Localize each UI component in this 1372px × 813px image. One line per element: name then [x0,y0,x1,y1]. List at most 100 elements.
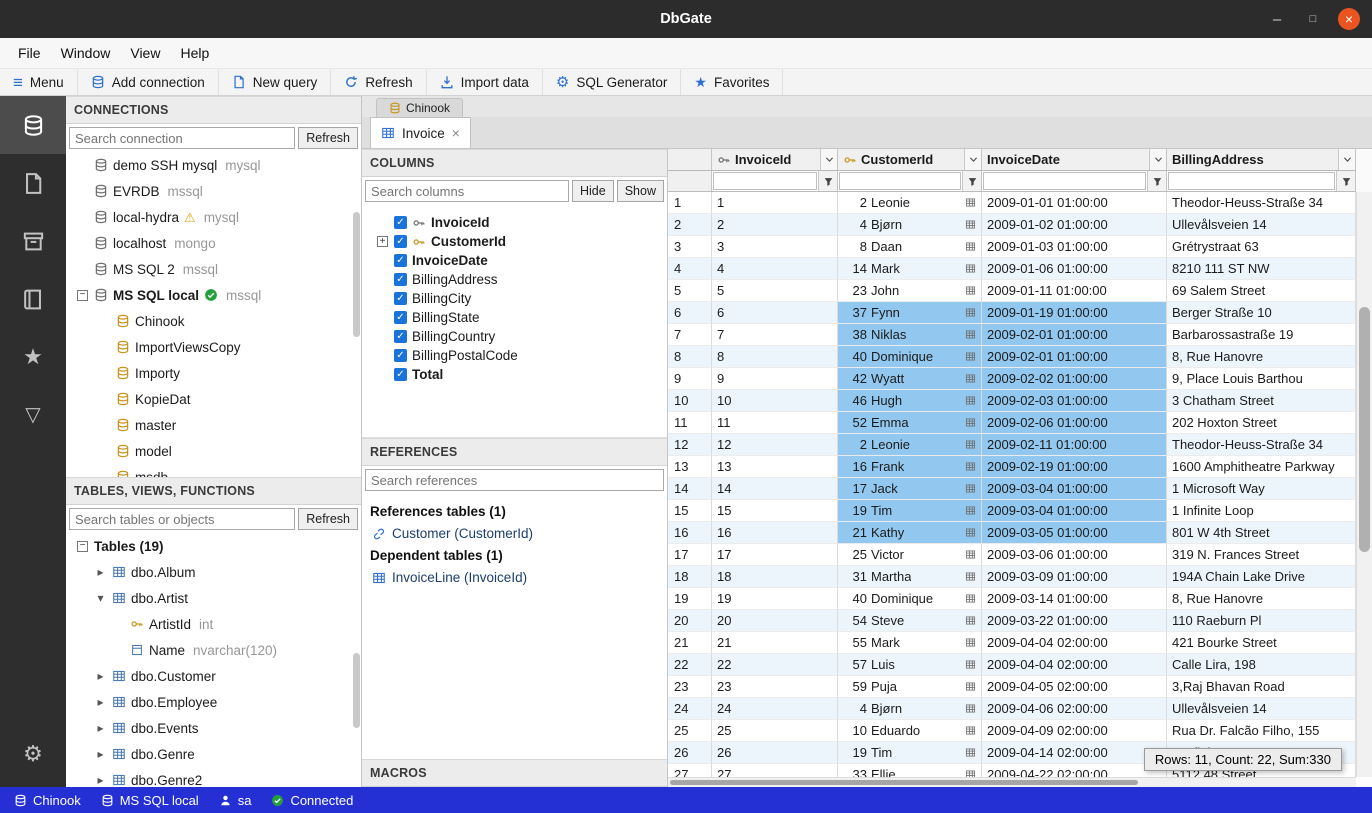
cell-invoiceid[interactable]: 14 [712,478,838,500]
cell-invoiceid[interactable]: 12 [712,434,838,456]
cell-customerid[interactable]: 16Frank [838,456,982,478]
cell-customerid[interactable]: 19Tim [838,500,982,522]
checkbox-checked-icon[interactable]: ✓ [394,273,407,286]
cell-invoicedate[interactable]: 2009-01-06 01:00:00 [982,258,1167,280]
filter-input-billingaddress[interactable] [1168,172,1335,190]
row-number-cell[interactable]: 14 [668,478,712,500]
cell-customerid[interactable]: 37Fynn [838,302,982,324]
cell-customerid[interactable]: 55Mark [838,632,982,654]
cell-invoiceid[interactable]: 6 [712,302,838,324]
cell-invoicedate[interactable]: 2009-03-04 01:00:00 [982,478,1167,500]
row-number-cell[interactable]: 5 [668,280,712,302]
cell-billingaddress[interactable]: 801 W 4th Street [1167,522,1356,544]
expand-expander-icon[interactable]: + [377,236,388,247]
hide-button[interactable]: Hide [572,180,614,202]
expander-slot[interactable]: + [376,235,389,248]
row-number-cell[interactable]: 4 [668,258,712,280]
filter-input-invoiceid[interactable] [713,172,817,190]
status-sa[interactable]: sa [209,787,262,813]
expander-slot[interactable]: − [76,540,89,553]
table-tree-item-dbo-customer[interactable]: ▸dbo.Customer [66,663,361,689]
filter-menu-button[interactable] [1147,171,1166,191]
checkbox-checked-icon[interactable]: ✓ [394,349,407,362]
show-button[interactable]: Show [617,180,664,202]
reference-link-customer-customerid-[interactable]: Customer (CustomerId) [370,523,659,544]
cell-billingaddress[interactable]: Ullevålsveien 14 [1167,698,1356,720]
cell-invoicedate[interactable]: 2009-03-14 01:00:00 [982,588,1167,610]
cell-customerid[interactable]: 59Puja [838,676,982,698]
row-number-cell[interactable]: 18 [668,566,712,588]
cell-invoiceid[interactable]: 21 [712,632,838,654]
row-number-cell[interactable]: 6 [668,302,712,324]
connection-item-chinook[interactable]: Chinook [66,308,361,334]
cell-billingaddress[interactable]: 1 Infinite Loop [1167,500,1356,522]
menu-view[interactable]: View [120,40,170,66]
connections-scrollbar-thumb[interactable] [353,212,360,337]
cell-invoicedate[interactable]: 2009-02-03 01:00:00 [982,390,1167,412]
row-number-cell[interactable]: 17 [668,544,712,566]
table-tree-item-artistid[interactable]: ArtistIdint [66,611,361,637]
activity-book-icon[interactable] [0,270,66,328]
connection-item-importviewscopy[interactable]: ImportViewsCopy [66,334,361,360]
checkbox-checked-icon[interactable]: ✓ [394,292,407,305]
column-toggle-invoicedate[interactable]: ✓InvoiceDate [362,251,667,270]
reference-link-invoiceline-invoiceid-[interactable]: InvoiceLine (InvoiceId) [370,567,659,588]
checkbox-checked-icon[interactable]: ✓ [394,235,407,248]
cell-invoiceid[interactable]: 1 [712,192,838,214]
table-tree-item-dbo-genre[interactable]: ▸dbo.Genre [66,741,361,767]
row-number-cell[interactable]: 12 [668,434,712,456]
cell-billingaddress[interactable]: 421 Bourke Street [1167,632,1356,654]
column-menu-button[interactable] [820,149,837,170]
checkbox-checked-icon[interactable]: ✓ [394,368,407,381]
cell-invoiceid[interactable]: 16 [712,522,838,544]
table-tree-item-name[interactable]: Namenvarchar(120) [66,637,361,663]
filter-input-customerid[interactable] [839,172,961,190]
row-number-cell[interactable]: 23 [668,676,712,698]
menu-window[interactable]: Window [51,40,121,66]
cell-customerid[interactable]: 17Jack [838,478,982,500]
row-number-cell[interactable]: 3 [668,236,712,258]
cell-billingaddress[interactable]: 3 Chatham Street [1167,390,1356,412]
status-ms-sql-local[interactable]: MS SQL local [91,787,209,813]
tables-scrollbar-thumb[interactable] [353,653,360,728]
row-number-cell[interactable]: 7 [668,324,712,346]
cell-invoiceid[interactable]: 15 [712,500,838,522]
cell-billingaddress[interactable]: Rua Dr. Falcão Filho, 155 [1167,720,1356,742]
cell-billingaddress[interactable]: Berger Straße 10 [1167,302,1356,324]
connection-item-kopiedat[interactable]: KopieDat [66,386,361,412]
cell-invoiceid[interactable]: 26 [712,742,838,764]
expander-slot[interactable]: ▸ [94,696,107,709]
row-number-cell[interactable]: 8 [668,346,712,368]
table-tree-item-dbo-album[interactable]: ▸dbo.Album [66,559,361,585]
vertical-scrollbar-thumb[interactable] [1359,307,1370,552]
filter-menu-button[interactable] [818,171,837,191]
cell-invoiceid[interactable]: 18 [712,566,838,588]
toolbar-new-query-button[interactable]: New query [219,69,332,95]
activity-database-icon[interactable] [0,96,66,154]
activity-gear-icon[interactable]: ⚙ [0,725,66,783]
column-header-invoicedate[interactable]: InvoiceDate [982,149,1167,171]
cell-billingaddress[interactable]: Grétrystraat 63 [1167,236,1356,258]
connections-refresh-button[interactable]: Refresh [298,127,358,149]
table-tree-item-tables-19-[interactable]: −Tables (19) [66,533,361,559]
cell-billingaddress[interactable]: 8210 111 ST NW [1167,258,1356,280]
cell-billingaddress[interactable]: 1600 Amphitheatre Parkway [1167,456,1356,478]
cell-invoiceid[interactable]: 2 [712,214,838,236]
cell-invoiceid[interactable]: 13 [712,456,838,478]
cell-billingaddress[interactable]: Calle Lira, 198 [1167,654,1356,676]
connections-search-input[interactable] [69,127,295,149]
cell-customerid[interactable]: 40Dominique [838,346,982,368]
cell-invoicedate[interactable]: 2009-01-11 01:00:00 [982,280,1167,302]
cell-invoiceid[interactable]: 10 [712,390,838,412]
cell-billingaddress[interactable]: 8, Rue Hanovre [1167,346,1356,368]
cell-invoicedate[interactable]: 2009-04-04 02:00:00 [982,632,1167,654]
cell-billingaddress[interactable]: 8, Rue Hanovre [1167,588,1356,610]
cell-customerid[interactable]: 40Dominique [838,588,982,610]
connection-item-localhost[interactable]: localhostmongo [66,230,361,256]
activity-archive-icon[interactable] [0,212,66,270]
cell-customerid[interactable]: 2Leonie [838,192,982,214]
cell-invoicedate[interactable]: 2009-02-19 01:00:00 [982,456,1167,478]
cell-invoicedate[interactable]: 2009-01-03 01:00:00 [982,236,1167,258]
cell-invoiceid[interactable]: 20 [712,610,838,632]
cell-invoiceid[interactable]: 17 [712,544,838,566]
